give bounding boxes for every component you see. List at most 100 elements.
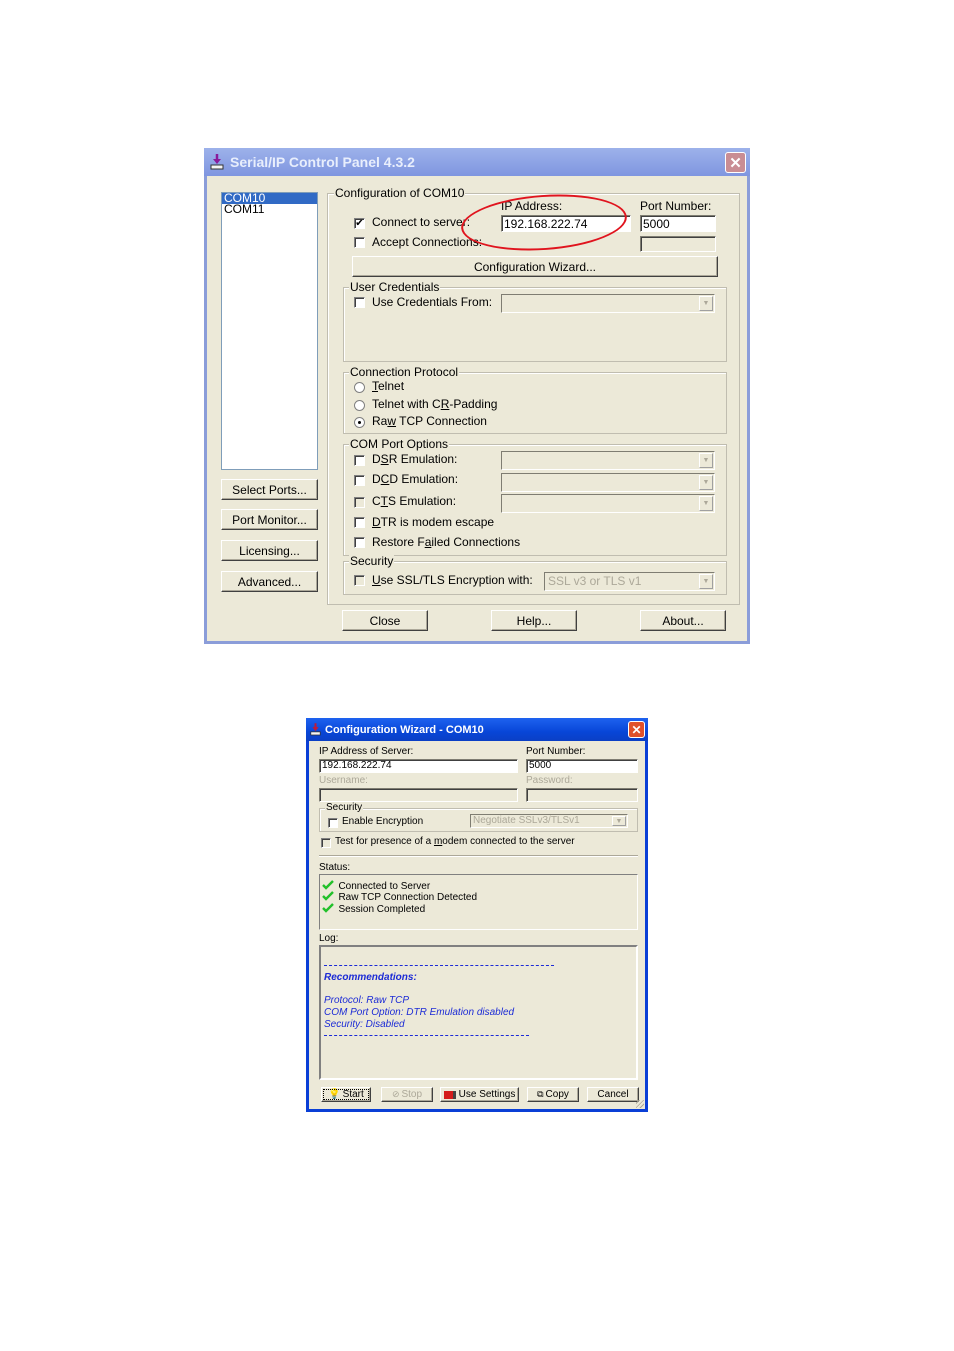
stop-button[interactable]: ⊘ Stop: [381, 1087, 433, 1102]
cts-emulation-checkbox[interactable]: [354, 497, 365, 508]
use-settings-button[interactable]: Use Settings: [440, 1087, 519, 1102]
cancel-button[interactable]: Cancel: [587, 1087, 639, 1102]
security-title: Security: [349, 554, 395, 568]
start-button[interactable]: 💡 Start: [321, 1087, 371, 1102]
configuration-wizard-button[interactable]: Configuration Wizard...: [352, 256, 718, 277]
status-label: Status:: [319, 862, 351, 873]
resize-grip[interactable]: [636, 1100, 644, 1108]
serial-ip-app-icon: [210, 154, 224, 170]
stop-icon: ⊘: [391, 1089, 400, 1099]
wizard-close-button[interactable]: ✕: [628, 721, 645, 738]
select-ports-button[interactable]: Select Ports...: [221, 479, 318, 500]
port-list-item-com11[interactable]: COM11: [222, 203, 317, 215]
serial-ip-app-icon: [310, 723, 321, 736]
password-label: Password:: [526, 775, 573, 786]
dropdown-arrow-icon[interactable]: ▼: [699, 496, 713, 511]
close-icon: ✕: [729, 154, 742, 172]
control-panel-title: Serial/IP Control Panel 4.3.2: [230, 154, 415, 170]
password-input[interactable]: [526, 788, 638, 802]
use-credentials-checkbox[interactable]: [354, 297, 365, 308]
dsr-emulation-checkbox[interactable]: [354, 455, 365, 466]
separator: [319, 855, 638, 857]
dropdown-arrow-icon[interactable]: ▼: [612, 816, 626, 826]
wizard-port-label: Port Number:: [526, 746, 586, 757]
modem-test-checkbox[interactable]: [321, 838, 331, 848]
copy-icon: ⧉: [537, 1089, 544, 1099]
credentials-dropdown[interactable]: ▼: [501, 294, 715, 313]
dropdown-arrow-icon[interactable]: ▼: [699, 475, 713, 490]
use-credentials-label: Use Credentials From:: [372, 295, 493, 309]
com-port-options-title: COM Port Options: [349, 437, 450, 451]
log-heading: Recommendations:: [324, 972, 417, 983]
help-button[interactable]: Help...: [491, 610, 577, 631]
enable-encryption-checkbox[interactable]: [328, 818, 338, 828]
accept-connections-checkbox[interactable]: [354, 237, 365, 248]
wizard-titlebar[interactable]: Configuration Wizard - COM10 ✕: [306, 718, 648, 741]
ssl-tls-version-dropdown[interactable]: SSL v3 or TLS v1 ▼: [544, 572, 715, 591]
restore-failed-connections-label: Restore Failed Connections: [372, 535, 521, 549]
dropdown-arrow-icon[interactable]: ▼: [699, 296, 713, 311]
port-number-input[interactable]: 5000: [640, 215, 716, 232]
configuration-wizard-window: Configuration Wizard - COM10 ✕ IP Addres…: [306, 718, 648, 1112]
ip-address-input[interactable]: 192.168.222.74: [501, 215, 631, 232]
close-icon: ✕: [631, 722, 642, 737]
raw-tcp-radio[interactable]: [354, 417, 365, 428]
username-input[interactable]: [319, 788, 518, 802]
dsr-emulation-dropdown[interactable]: ▼: [501, 451, 715, 470]
wizard-title: Configuration Wizard - COM10: [325, 723, 484, 736]
log-separator: [324, 965, 554, 966]
dropdown-arrow-icon[interactable]: ▼: [699, 453, 713, 468]
port-monitor-button[interactable]: Port Monitor...: [221, 509, 318, 530]
log-line: Protocol: Raw TCP: [324, 995, 410, 1006]
control-panel-titlebar[interactable]: Serial/IP Control Panel 4.3.2 ✕: [204, 148, 750, 176]
close-button[interactable]: Close: [342, 610, 428, 631]
port-listbox[interactable]: COM10 COM11: [221, 192, 318, 470]
server-ip-input[interactable]: 192.168.222.74: [319, 759, 518, 773]
log-box[interactable]: Recommendations: Protocol: Raw TCP COM P…: [319, 945, 638, 1080]
connection-protocol-title: Connection Protocol: [349, 365, 460, 379]
enable-encryption-label: Enable Encryption: [342, 816, 424, 827]
configuration-group-title: Configuration of COM10: [334, 186, 466, 200]
use-ssl-tls-label: Use SSL/TLS Encryption with:: [372, 573, 533, 587]
user-credentials-title: User Credentials: [349, 280, 441, 294]
accept-port-input[interactable]: [640, 236, 716, 252]
telnet-cr-padding-radio[interactable]: [354, 400, 365, 411]
cts-emulation-label: CTS Emulation:: [372, 494, 457, 508]
dcd-emulation-checkbox[interactable]: [354, 475, 365, 486]
connect-to-server-label: Connect to server:: [372, 215, 471, 229]
apply-settings-icon: [443, 1090, 456, 1099]
username-label: Username:: [319, 775, 368, 786]
copy-button[interactable]: ⧉ Copy: [527, 1087, 579, 1102]
dropdown-arrow-icon[interactable]: ▼: [699, 574, 713, 589]
log-line: COM Port Option: DTR Emulation disabled: [324, 1007, 515, 1018]
raw-tcp-label: Raw TCP Connection: [372, 414, 487, 428]
encryption-mode-dropdown[interactable]: Negotiate SSLv3/TLSv1 ▼: [470, 814, 628, 828]
ip-address-label: IP Address:: [501, 199, 563, 213]
port-number-label: Port Number:: [640, 199, 712, 213]
connect-to-server-checkbox[interactable]: ✔: [354, 218, 365, 229]
lightbulb-icon: 💡: [328, 1089, 341, 1100]
telnet-radio[interactable]: [354, 382, 365, 393]
advanced-button[interactable]: Advanced...: [221, 571, 318, 592]
dcd-emulation-dropdown[interactable]: ▼: [501, 473, 715, 492]
telnet-cr-padding-label: Telnet with CR-Padding: [372, 397, 498, 411]
ip-server-label: IP Address of Server:: [319, 746, 414, 757]
about-button[interactable]: About...: [640, 610, 726, 631]
dtr-modem-escape-checkbox[interactable]: [354, 517, 365, 528]
server-port-input[interactable]: 5000: [526, 759, 638, 773]
dsr-emulation-label: DSR Emulation:: [372, 452, 458, 466]
use-ssl-tls-checkbox[interactable]: [354, 575, 365, 586]
restore-failed-connections-checkbox[interactable]: [354, 537, 365, 548]
close-window-button[interactable]: ✕: [725, 152, 746, 173]
cts-emulation-dropdown[interactable]: ▼: [501, 494, 715, 513]
control-panel-window: Serial/IP Control Panel 4.3.2 ✕ COM10 CO…: [204, 148, 750, 644]
dcd-emulation-label: DCD Emulation:: [372, 472, 459, 486]
status-box: Connected to Server Raw TCP Connection D…: [319, 874, 638, 930]
telnet-label: Telnet: [372, 379, 405, 393]
log-separator: [324, 1035, 529, 1036]
green-check-icon: [322, 903, 334, 913]
licensing-button[interactable]: Licensing...: [221, 540, 318, 561]
accept-connections-label: Accept Connections:: [372, 235, 483, 249]
log-line: Security: Disabled: [324, 1019, 405, 1030]
modem-test-label: Test for presence of a modem connected t…: [335, 836, 575, 847]
